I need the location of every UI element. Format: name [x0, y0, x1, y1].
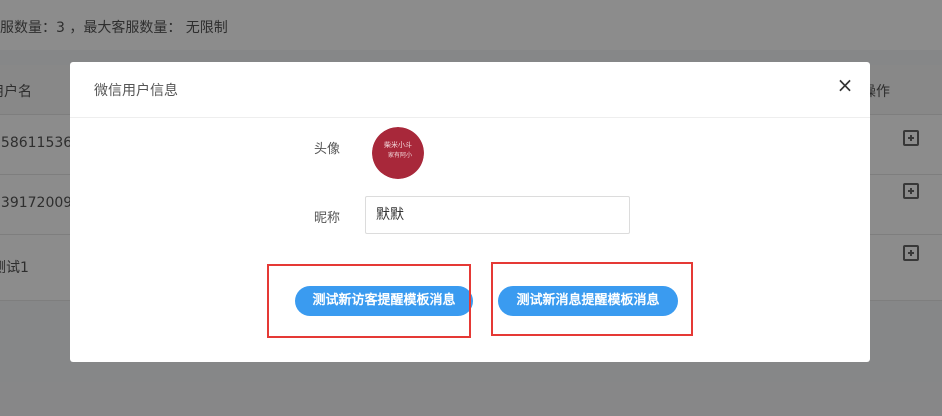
nickname-label: 昵称: [313, 211, 340, 226]
close-icon[interactable]: ×: [832, 72, 858, 98]
avatar-text-line2: 家有阿小: [388, 151, 412, 159]
nickname-value: 默默: [376, 207, 404, 223]
avatar-label: 头像: [313, 142, 340, 157]
nickname-field[interactable]: 默默: [365, 196, 630, 234]
test-message-template-button[interactable]: 测试新消息提醒模板消息: [498, 286, 678, 316]
avatar: 柴米小斗 家有阿小: [372, 127, 424, 179]
avatar-text-line1: 柴米小斗: [384, 140, 412, 149]
test-visitor-template-button[interactable]: 测试新访客提醒模板消息: [295, 286, 473, 316]
wechat-user-info-dialog: 微信用户信息 × 头像 柴米小斗 家有阿小 昵称 默默 测试新访客提醒模板消息 …: [70, 62, 870, 362]
dialog-title: 微信用户信息: [94, 83, 178, 99]
dialog-header: 微信用户信息 ×: [70, 62, 870, 118]
